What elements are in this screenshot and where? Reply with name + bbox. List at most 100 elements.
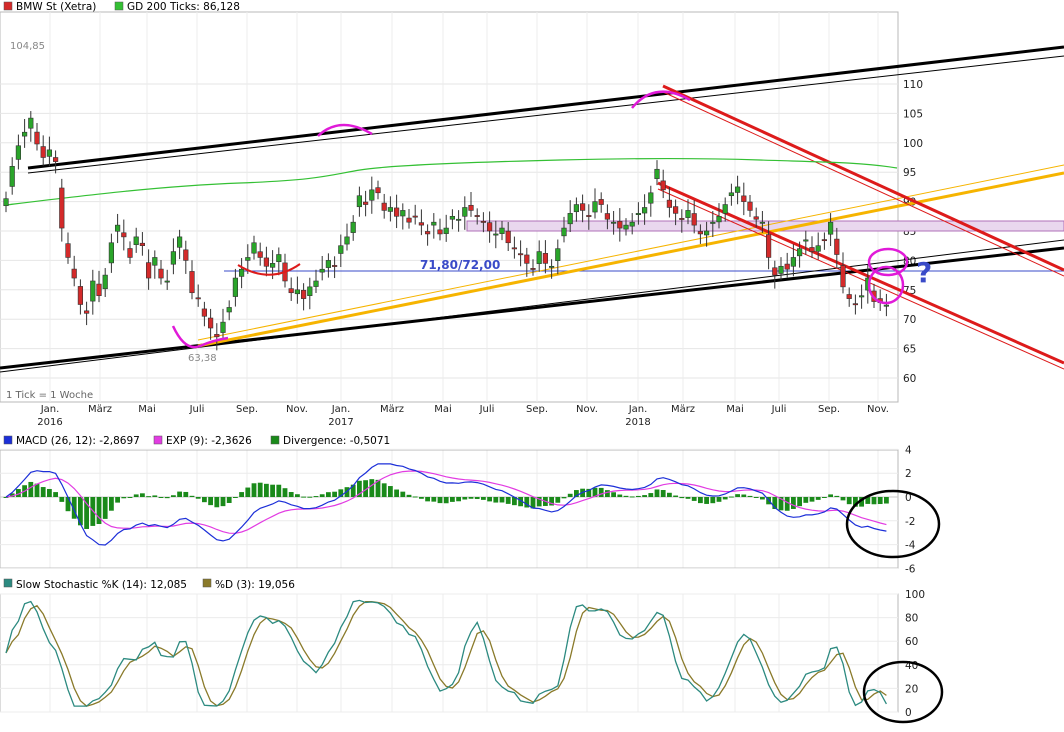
year-label: 2017 [328, 417, 353, 428]
candle-up [164, 280, 170, 283]
candle-up [778, 265, 784, 274]
candle-up [449, 216, 456, 220]
divergence-bar [704, 497, 709, 504]
candle-up [561, 227, 567, 237]
divergence-bar [605, 490, 610, 497]
divergence-bar [270, 484, 275, 497]
divergence-bar [102, 497, 108, 519]
divergence-bar [456, 497, 461, 502]
divergence-bar [183, 491, 189, 497]
candle-up [350, 221, 356, 233]
divergence-bar [685, 497, 691, 499]
divergence-bar [59, 497, 65, 502]
tick-note: 1 Tick = 1 Woche [6, 390, 93, 401]
candle-up [499, 227, 505, 234]
candle-down [84, 310, 90, 314]
candle-down [542, 253, 548, 264]
low-label: 63,38 [188, 353, 217, 364]
divergence-bar [239, 492, 244, 497]
divergence-bar [654, 489, 660, 497]
divergence-bar [722, 497, 728, 500]
divergence-bar [753, 497, 759, 498]
level-label: 71,80/72,00 [420, 258, 500, 272]
divergence-bar [741, 494, 747, 497]
candle-down [139, 242, 146, 247]
divergence-bar [555, 497, 561, 503]
candle-up [858, 295, 865, 298]
price-y-tick-label: 110 [903, 79, 923, 91]
candle-up [641, 207, 648, 214]
price-y-tick-label: 60 [903, 373, 916, 385]
candle-up [610, 221, 617, 224]
candle-down [666, 199, 672, 208]
candle-down [406, 217, 412, 223]
divergence-bar [623, 495, 629, 497]
candle-up [108, 242, 114, 264]
divergence-bar [431, 497, 437, 502]
divergence-bar [319, 494, 325, 497]
divergence-bar [53, 492, 58, 497]
macd-y-tick-label: 2 [905, 468, 912, 480]
candle-down [679, 218, 685, 220]
year-label: 2016 [37, 417, 62, 428]
candle-up [46, 149, 52, 157]
candle-up [654, 168, 660, 179]
candle-up [592, 201, 598, 213]
legend-swatch-price [3, 1, 13, 11]
candle-up [325, 260, 332, 268]
divergence-bar [189, 495, 195, 497]
macd-y-tick-label: -6 [905, 563, 916, 575]
candle-up [276, 254, 282, 263]
candle-down [59, 187, 65, 229]
divergence-bar [809, 497, 815, 502]
candle-up [827, 221, 834, 235]
price-x-tick-label: Jan. [40, 404, 60, 415]
divergence-bar [840, 497, 846, 501]
candle-down [214, 334, 220, 338]
candle-down [530, 268, 536, 270]
candle-up [177, 236, 183, 248]
legend-label-macd: MACD (26, 12): -2,8697 [16, 435, 140, 447]
candle-up [21, 131, 28, 137]
candle-up [573, 204, 579, 213]
divergence-bar [158, 497, 164, 498]
candle-up [245, 257, 251, 261]
divergence-bar [660, 490, 666, 497]
price-x-tick-label: Mai [726, 404, 744, 415]
divergence-bar [164, 497, 170, 499]
divergence-bar [425, 497, 430, 502]
divergence-bar [245, 487, 251, 497]
candle-down [127, 248, 133, 258]
candle-up [623, 224, 629, 230]
divergence-bar [877, 497, 883, 505]
candle-down [834, 238, 840, 255]
stoch-y-tick-label: 0 [905, 707, 912, 719]
price-y-tick-label: 70 [903, 314, 916, 326]
candle-up [710, 221, 716, 224]
candle-down [586, 215, 592, 217]
divergence-bar [233, 497, 238, 498]
candle-up [728, 192, 734, 197]
divergence-bar [412, 496, 418, 498]
divergence-bar [611, 492, 616, 497]
price-y-tick-label: 105 [903, 108, 923, 120]
divergence-bar [226, 497, 232, 503]
divergence-bar [388, 486, 393, 497]
candle-up [232, 277, 239, 297]
candle-up [431, 221, 437, 226]
divergence-bar [301, 496, 306, 498]
divergence-bar [636, 495, 641, 497]
price-y-tick-label: 65 [903, 344, 916, 356]
divergence-bar [220, 497, 226, 507]
price-x-tick-label: Sep. [236, 404, 258, 415]
legend-swatch-macd [3, 435, 13, 445]
legend-swatch-stoch-k [3, 578, 13, 588]
candle-down [40, 146, 46, 158]
divergence-bar [481, 497, 486, 500]
macd-legend: MACD (26, 12): -2,8697 EXP (9): -2,3626 … [3, 435, 390, 447]
divergence-bar [468, 497, 474, 499]
divergence-bar [133, 494, 139, 497]
candle-up [28, 117, 34, 129]
divergence-bar [760, 497, 765, 500]
divergence-bar [710, 497, 716, 504]
